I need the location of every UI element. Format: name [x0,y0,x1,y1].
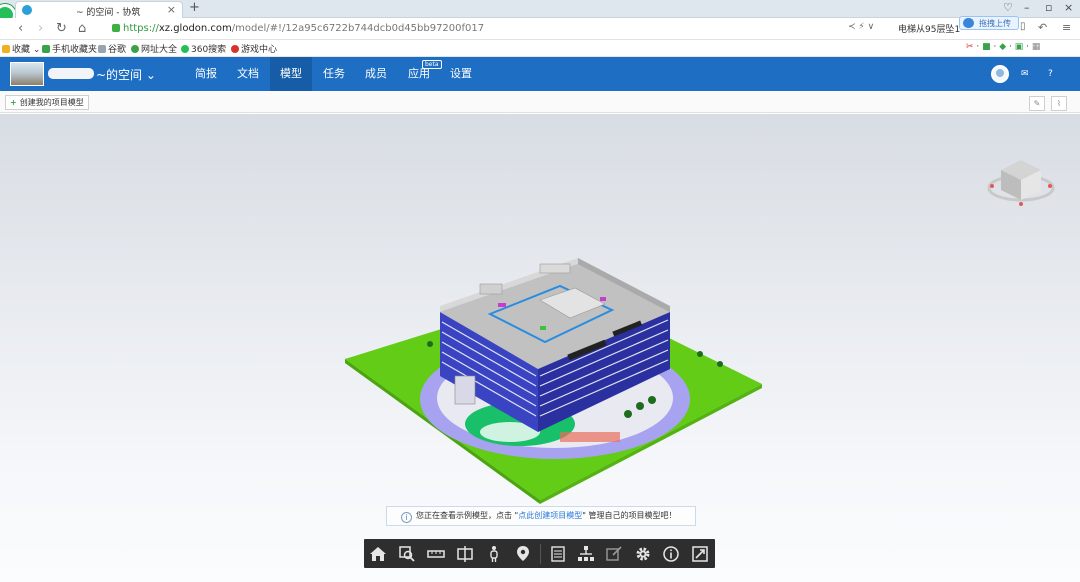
new-tab-icon[interactable]: + [189,0,200,15]
tree-icon[interactable] [576,544,596,564]
nav-documents[interactable]: 文档 [230,57,266,91]
bookmark-label: 360搜索 [191,45,227,55]
game-icon [231,45,239,53]
space-name: ~的空间 [96,68,143,82]
restore-icon[interactable]: ▫ [1045,1,1052,14]
nav-settings[interactable]: 设置 [443,57,479,91]
zoom-icon[interactable] [397,544,417,564]
chevron-down-icon: ⌄ [145,68,156,82]
skin-icon[interactable]: ♡ [1003,1,1013,14]
bookmark-item[interactable]: 游戏中心 [231,42,277,55]
globe-icon [131,45,139,53]
info-icon[interactable] [661,544,681,564]
url-host: xz.glodon.com [158,23,232,34]
nav-briefing[interactable]: 简报 [188,57,224,91]
notice-text-suffix: " 管理自己的项目模型吧！ [582,511,677,520]
upload-label: 拖拽上传 [979,19,1011,28]
url-protocol: https:// [123,23,159,34]
search-360-icon [181,45,189,53]
user-avatar[interactable] [991,65,1009,83]
nav-models[interactable]: 模型 [270,57,312,91]
bookmark-item[interactable]: 网址大全 [131,42,177,55]
view-cube-icon[interactable] [986,150,1056,210]
dock-divider [540,544,541,564]
model-toolbar: + 创建我的项目模型 ✎ ⌇ [0,91,1080,113]
home-icon[interactable] [368,544,388,564]
list-icon[interactable] [548,544,568,564]
bookmark-label: 游戏中心 [241,45,278,55]
viewer-tool-dock [364,539,715,568]
bookmark-item[interactable]: 谷歌 [98,42,126,55]
share-icon[interactable]: ≺ ⚡ ∨ [848,22,874,32]
phone-icon[interactable]: ▯ [1020,21,1026,32]
url-input[interactable]: https://xz.glodon.com/model/#!/12a95c672… [106,20,886,38]
secure-lock-icon [112,24,120,32]
link-icon[interactable]: ⌇ [1051,96,1067,111]
extension-icons[interactable]: ✂ · ■ · ◆ · ▣ · ▦ [966,42,1040,52]
bookmark-item[interactable]: 360搜索 [181,42,226,55]
bookmark-item[interactable]: 手机收藏夹 [42,42,97,55]
site-favicon-icon [22,5,32,15]
bookmarks-bar: 收藏 ⌄ 手机收藏夹 谷歌 网址大全 360搜索 游戏中心 ✂ · ■ · ◆ … [0,40,1080,57]
bookmark-label: 手机收藏夹 [52,45,98,55]
mail-icon[interactable]: ✉ [1021,69,1029,79]
menu-icon[interactable]: ≡ [1062,21,1071,34]
upload-button[interactable]: 拖拽上传 [959,16,1019,30]
space-switcher[interactable]: ~的空间 ⌄ [96,66,156,83]
phone-bookmark-icon [42,45,50,53]
bookmark-item[interactable]: 收藏 ⌄ [2,42,40,55]
cloud-upload-icon [963,18,974,28]
notice-text-prefix: 您正在查看示例模型，点击 " [416,511,519,520]
undo-icon[interactable]: ↶ [1038,21,1047,34]
create-model-link[interactable]: 点此创建项目模型 [518,511,582,520]
home-page-icon[interactable]: ⌂ [78,21,86,36]
browser-tab-bar: ~ 的空间 - 协筑 × + ♡ – ▫ × [0,0,1080,26]
plus-icon: + [10,98,17,107]
nav-members[interactable]: 成员 [358,57,394,91]
nav-tasks[interactable]: 任务 [316,57,352,91]
bookmark-label: 网址大全 [141,45,178,55]
beta-badge: beta [422,60,442,69]
minimize-icon[interactable]: – [1024,1,1030,14]
location-pin-icon[interactable] [513,544,533,564]
tab-title: ~ 的空间 - 协筑 [76,8,141,18]
redacted-name [48,68,94,79]
info-circle-icon: i [401,512,412,523]
url-path: /model/#!/12a95c6722b744dcb0d45bb97200f0… [231,23,485,34]
section-icon[interactable] [455,544,475,564]
reload-icon[interactable]: ↻ [56,21,67,36]
sample-model-notice: i 您正在查看示例模型，点击 "点此创建项目模型" 管理自己的项目模型吧！ [386,506,696,526]
page-icon [98,45,106,53]
measure-icon[interactable] [426,544,446,564]
browser-tab[interactable]: ~ 的空间 - 协筑 × [15,1,183,18]
settings-gear-icon[interactable] [633,544,653,564]
create-button-label: 创建我的项目模型 [19,98,84,107]
edit-icon[interactable]: ✎ [1029,96,1045,111]
help-icon[interactable]: ? [1048,69,1053,79]
tab-close-icon[interactable]: × [167,3,176,16]
space-thumbnail[interactable] [10,62,44,86]
model-viewport[interactable]: i 您正在查看示例模型，点击 "点此创建项目模型" 管理自己的项目模型吧！ [0,114,1080,582]
bookmark-label: 谷歌 [108,45,127,55]
walk-person-icon[interactable] [484,544,504,564]
hot-search-text[interactable]: 电梯从95层坠1 [898,22,960,35]
star-icon [2,45,10,53]
close-window-icon[interactable]: × [1064,1,1073,14]
address-bar: ‹ › ↻ ⌂ https://xz.glodon.com/model/#!/1… [0,18,1080,40]
bookmark-label: 收藏 [12,45,31,55]
forward-icon[interactable]: › [38,21,43,36]
back-icon[interactable]: ‹ [18,21,23,36]
create-project-model-button[interactable]: + 创建我的项目模型 [5,95,89,110]
annotate-icon[interactable] [604,544,624,564]
app-header: ~的空间 ⌄ 简报 文档 模型 任务 成员 应用 beta 设置 ✉ ? [0,57,1080,91]
fullscreen-icon[interactable] [690,544,710,564]
